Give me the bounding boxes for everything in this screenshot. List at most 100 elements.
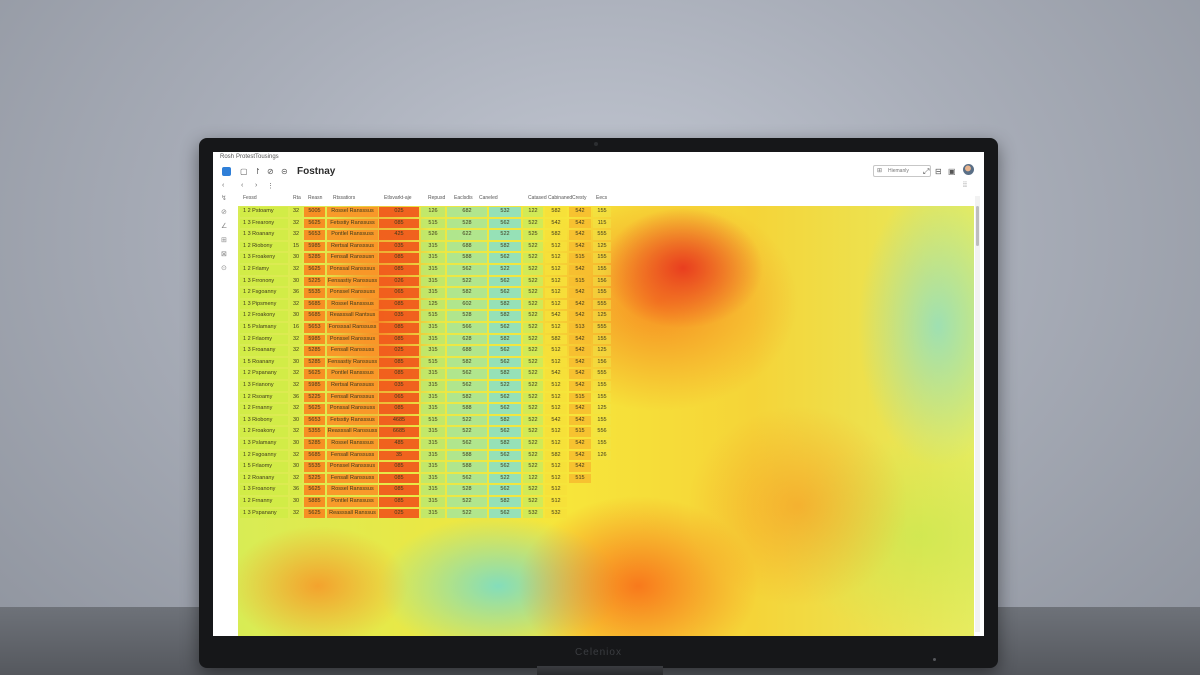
table-row[interactable]: 1 2 Frlamy 32 5625 Ponssal Ransssus 085 315 56… [238, 264, 613, 276]
table-row[interactable]: 1 3 Froanany 32 5285 Fensall Ranssuss 025 315… [238, 345, 613, 357]
column-header[interactable]: Catased [528, 195, 547, 201]
table-cell-e: 542 [545, 218, 567, 229]
left-arrow-icon[interactable]: ‹ [241, 182, 243, 189]
column-header[interactable]: Rta [293, 195, 301, 201]
table-cell-f: 542 [569, 230, 591, 240]
table-row[interactable]: 1 5 Pslamany 16 5653 Fonsssal Ranssuss 085 31… [238, 322, 613, 334]
pen-icon[interactable]: ∠ [221, 222, 227, 230]
vertical-scrollbar[interactable] [975, 196, 980, 632]
table-cell-a: 315 [421, 485, 445, 495]
square-icon[interactable]: ▢ [240, 167, 248, 176]
table-cell-a: 315 [421, 473, 445, 484]
column-header[interactable]: Caneled [479, 195, 498, 201]
grid-icon[interactable]: ⊟ [935, 167, 942, 176]
table-row[interactable]: 1 3 Frianony 32 5985 Rertsal Ranssuss 035 315… [238, 380, 613, 392]
table-row[interactable]: 1 3 Frearony 32 5625 Fetsstiy Ranssuss 085 51… [238, 218, 613, 230]
table-row[interactable]: 1 3 Froakeny 30 5285 Fensall Ranssusn 085 315… [238, 252, 613, 264]
table-cell-d: 522 [523, 218, 543, 229]
column-header[interactable]: Cresty [572, 195, 586, 201]
table-cell-c: 582 [489, 369, 521, 379]
settings-icon[interactable]: ⊙ [221, 264, 227, 272]
column-header[interactable]: Rtssatiors [333, 195, 355, 201]
table-row[interactable]: 1 2 Fsgoanny 32 5685 Fensall Ranssuss 35 315 5… [238, 450, 613, 462]
menu-item[interactable]: Protest [236, 154, 255, 160]
table-cell-c: 522 [489, 473, 521, 484]
chart-icon[interactable]: ↯ [221, 194, 227, 202]
more-icon[interactable]: ⋮ [267, 182, 274, 190]
table-cell-a: 315 [421, 427, 445, 437]
column-header[interactable]: Reasn [308, 195, 322, 201]
table-row[interactable]: 1 2 Pspanany 32 5625 Pontlel Ransssus 085 315… [238, 368, 613, 380]
avatar[interactable] [963, 164, 974, 175]
table-row[interactable]: 1 3 Riobony 30 5653 Fetsstiy Ransssus 4685 51… [238, 415, 613, 427]
table-cell-v: 035 [379, 381, 419, 391]
edit-icon[interactable]: ⤢ [923, 167, 929, 177]
table-row[interactable]: 1 2 Froakony 30 5685 Reasssall Rantsus 035 51… [238, 310, 613, 322]
table-row[interactable]: 1 2 Frlaomy 32 5985 Ponssel Ransssus 085 315 6… [238, 334, 613, 346]
back-icon[interactable]: ‹ [222, 182, 224, 189]
column-header[interactable]: Fessd [243, 195, 257, 201]
table-cell-e: 512 [545, 357, 567, 368]
power-led [933, 658, 936, 661]
table-cell-n: 32 [290, 299, 302, 310]
layout-icon[interactable]: ⁞⁞ [963, 182, 967, 189]
table-cell-c: 522 [489, 265, 521, 275]
table-row[interactable]: 1 5 Roanany 30 5285 Fensastiy Ranssuss 085 51… [238, 357, 613, 369]
right-arrow-icon[interactable]: › [255, 182, 257, 189]
table-row[interactable]: 1 3 Pspanany 32 5625 Reasssall Ranssus 025 31… [238, 508, 613, 520]
table-row[interactable]: 1 3 Frronony 30 5225 Fensastiy Ranssuss 026 3… [238, 276, 613, 288]
column-header[interactable]: Eaclsdis [454, 195, 473, 201]
table-row[interactable]: 1 3 Pslamany 30 5285 Rossel Ransssus 485 315 5… [238, 438, 613, 450]
table-row[interactable]: 1 2 Frnanny 32 5625 Ponssal Ranssuss 085 315 5… [238, 403, 613, 415]
table-cell-v: 085 [379, 404, 419, 414]
column-header[interactable]: Cabinaned [548, 195, 572, 201]
table-cell-e: 512 [545, 485, 567, 495]
table-icon[interactable]: ⊞ [221, 236, 227, 244]
app-icon[interactable] [222, 167, 231, 176]
table-row[interactable]: 1 2 Riobony 15 5985 Rertsal Ransssus 035 315 6… [238, 241, 613, 253]
menu-item[interactable]: Tousings [255, 154, 279, 160]
table-cell-name: Pontlel Ransssus [327, 369, 378, 379]
column-header[interactable]: Repusd [428, 195, 445, 201]
table-row[interactable]: 1 2 Froakony 32 5355 Reasssall Ranssuss 6685… [238, 426, 613, 438]
table-row[interactable]: 1 3 Roanany 32 5653 Pontlel Ranssuss 425 526 6… [238, 229, 613, 241]
table-row[interactable]: 1 2 Roanany 32 5225 Fensall Ranssuss 085 315 5… [238, 473, 613, 485]
undo-icon[interactable]: ⊘ [267, 167, 274, 176]
menu-item[interactable]: Rosh [220, 154, 234, 160]
table-row[interactable]: 1 3 Froanony 36 5625 Rossel Ransssus 085 315 5… [238, 484, 613, 496]
table-cell-label: 1 3 Froanony [240, 485, 288, 495]
table-cell-d: 522 [523, 404, 543, 414]
column-header[interactable]: Etlsvarkt-aje [384, 195, 412, 201]
window-icon[interactable]: ▣ [948, 167, 956, 176]
table-cell-v: 085 [379, 369, 419, 379]
table-cell-n: 32 [290, 369, 302, 379]
table-row[interactable]: 1 3 Pipsmeny 32 5685 Rossel Ransssus 085 125 6… [238, 299, 613, 311]
table-row[interactable]: 1 2 Fsgoanny 36 5535 Ponssel Ranssuss 065 315… [238, 287, 613, 299]
table-cell-code: 5285 [304, 253, 325, 263]
column-header[interactable]: Eecs [596, 195, 607, 201]
table-cell-e: 512 [545, 288, 567, 298]
redo-icon[interactable]: ⊝ [281, 167, 288, 176]
filter-icon[interactable]: ⊠ [221, 250, 227, 258]
table-cell-c: 562 [489, 450, 521, 461]
table-row[interactable]: 1 2 Pstoamy 32 5005 Rossel Ransssus 025 126 68… [238, 206, 613, 218]
scrollbar-thumb[interactable] [976, 206, 979, 246]
table-row[interactable]: 1 5 Frlaomy 30 5535 Ponssel Ransssus 085 315 5… [238, 461, 613, 473]
table-cell-g [593, 497, 611, 507]
table-cell-label: 1 2 Frnanny [240, 404, 288, 414]
table-cell-name: Ponssel Ransssus [327, 334, 378, 345]
table-cell-g [593, 485, 611, 495]
table-cell-a: 315 [421, 392, 445, 403]
table-cell-code: 5625 [304, 404, 325, 414]
table-cell-v: 065 [379, 288, 419, 298]
table-cell-label: 1 2 Rsoamy [240, 392, 288, 403]
history-icon[interactable]: ↾ [254, 167, 261, 176]
table-cell-a: 315 [421, 276, 445, 287]
pin-icon[interactable]: ⊘ [221, 208, 227, 216]
table-cell-a: 315 [421, 253, 445, 263]
table-cell-label: 1 2 Roanany [240, 473, 288, 484]
table-cell-b: 628 [447, 334, 487, 345]
table-row[interactable]: 1 2 Rsoamy 36 5225 Fensall Ransssus 065 315 58… [238, 392, 613, 404]
table-row[interactable]: 1 2 Frnanny 30 5885 Pontlel Ranssuss 085 315 5… [238, 496, 613, 508]
table-cell-code: 5685 [304, 450, 325, 461]
